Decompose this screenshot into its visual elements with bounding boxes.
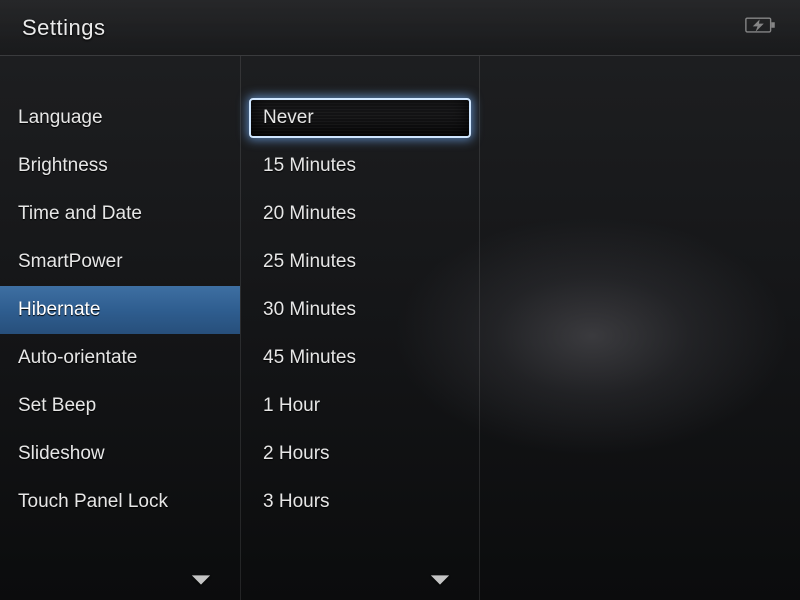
titlebar: Settings	[0, 0, 800, 56]
category-item-smartpower[interactable]: SmartPower	[0, 238, 240, 286]
option-item-20-minutes[interactable]: 20 Minutes	[241, 190, 479, 238]
option-item-label: 20 Minutes	[263, 203, 356, 225]
option-item-label: 1 Hour	[263, 395, 320, 417]
category-item-label: Time and Date	[18, 203, 142, 225]
category-item-language[interactable]: Language	[0, 94, 240, 142]
columns: Language Brightness Time and Date SmartP…	[0, 56, 800, 600]
option-item-2-hours[interactable]: 2 Hours	[241, 430, 479, 478]
category-item-slideshow[interactable]: Slideshow	[0, 430, 240, 478]
settings-category-column: Language Brightness Time and Date SmartP…	[0, 56, 240, 600]
option-item-label: 3 Hours	[263, 491, 330, 513]
battery-charging-icon	[744, 14, 778, 41]
category-item-label: Slideshow	[18, 443, 105, 465]
category-item-label: Auto-orientate	[18, 347, 137, 369]
settings-options-column: Never 15 Minutes 20 Minutes 25 Minutes 3…	[240, 56, 480, 600]
left-scroll-down-hint[interactable]	[0, 573, 240, 592]
category-item-label: Hibernate	[18, 299, 100, 321]
option-item-never[interactable]: Never	[241, 94, 479, 142]
chevron-down-icon	[429, 573, 451, 592]
category-item-label: Language	[18, 107, 103, 129]
category-item-label: Touch Panel Lock	[18, 491, 168, 513]
category-item-brightness[interactable]: Brightness	[0, 142, 240, 190]
option-item-label: 30 Minutes	[263, 299, 356, 321]
category-item-auto-orientate[interactable]: Auto-orientate	[0, 334, 240, 382]
option-item-label: 2 Hours	[263, 443, 330, 465]
middle-scroll-down-hint[interactable]	[241, 573, 479, 592]
settings-detail-column	[480, 56, 800, 600]
chevron-down-icon	[190, 573, 212, 592]
category-item-hibernate[interactable]: Hibernate	[0, 286, 240, 334]
option-item-25-minutes[interactable]: 25 Minutes	[241, 238, 479, 286]
category-item-label: Brightness	[18, 155, 108, 177]
hibernate-options-list: Never 15 Minutes 20 Minutes 25 Minutes 3…	[241, 56, 479, 526]
category-item-touch-panel-lock[interactable]: Touch Panel Lock	[0, 478, 240, 526]
option-item-label: Never	[263, 107, 314, 129]
option-item-45-minutes[interactable]: 45 Minutes	[241, 334, 479, 382]
page-title: Settings	[22, 15, 106, 41]
category-item-label: Set Beep	[18, 395, 96, 417]
option-item-30-minutes[interactable]: 30 Minutes	[241, 286, 479, 334]
option-item-label: 25 Minutes	[263, 251, 356, 273]
option-item-15-minutes[interactable]: 15 Minutes	[241, 142, 479, 190]
category-item-label: SmartPower	[18, 251, 123, 273]
option-item-label: 15 Minutes	[263, 155, 356, 177]
settings-category-list: Language Brightness Time and Date SmartP…	[0, 56, 240, 526]
category-item-time-and-date[interactable]: Time and Date	[0, 190, 240, 238]
option-item-label: 45 Minutes	[263, 347, 356, 369]
option-item-1-hour[interactable]: 1 Hour	[241, 382, 479, 430]
option-item-3-hours[interactable]: 3 Hours	[241, 478, 479, 526]
category-item-set-beep[interactable]: Set Beep	[0, 382, 240, 430]
